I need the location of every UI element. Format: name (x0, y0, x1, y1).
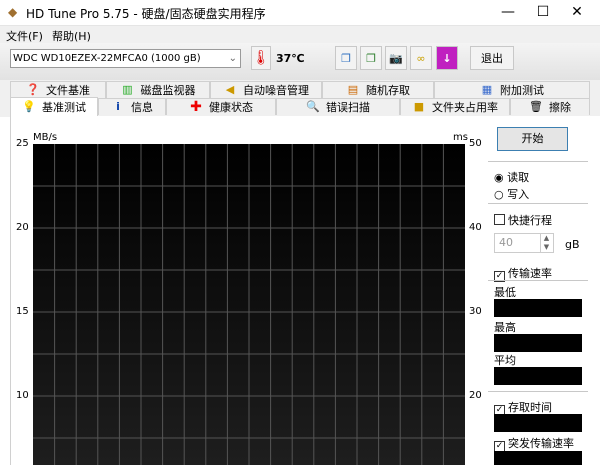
menu-file[interactable]: 文件(F) (6, 28, 43, 44)
max-label: 最高 (494, 321, 516, 334)
tab-health[interactable]: ✚ 健康状态 (166, 98, 276, 115)
radio-selected-icon: ◉ (494, 171, 504, 184)
tab-label: 信息 (131, 101, 153, 114)
down-arrow-icon: ↓ (442, 51, 452, 65)
min-label: 最低 (494, 286, 516, 299)
tab-bar: ❓ 文件基准 ▥ 磁盘监视器 ◀ 自动噪音管理 ▤ 随机存取 ▦ 附加测试 💡 基准测试 i… (0, 80, 600, 117)
random-access-icon: ▤ (347, 83, 359, 96)
radio-empty-icon: ○ (494, 188, 504, 201)
burst-rate-label: 突发传输速率 (508, 437, 574, 450)
tab-error-scan[interactable]: 🔍 错误扫描 (276, 98, 400, 115)
y2-tick-label: 50 (469, 138, 482, 149)
avg-value (494, 367, 582, 385)
start-button[interactable]: 开始 (497, 127, 568, 151)
divider (488, 203, 588, 204)
tab-label: 基准测试 (42, 101, 86, 114)
divider (488, 280, 588, 281)
copy-icon: ❐ (341, 51, 351, 65)
camera-icon: 📷 (389, 51, 403, 65)
y2-tick-label: 30 (469, 306, 482, 317)
transfer-rate-label: 传输速率 (508, 267, 552, 280)
y-axis-label: MB/s (33, 132, 58, 143)
copy-image-button[interactable]: ❐ (360, 46, 382, 70)
options-button[interactable]: ∞ (410, 46, 432, 70)
magnifier-icon: 🔍 (306, 100, 320, 113)
benchmark-chart (33, 144, 465, 465)
tab-erase[interactable]: 🗑 擦除 (510, 98, 590, 115)
tab-random-access[interactable]: ▤ 随机存取 (322, 81, 434, 98)
screenshot-button[interactable]: 📷 (385, 46, 407, 70)
checkbox-empty-icon (494, 214, 505, 225)
access-time-label: 存取时间 (508, 401, 552, 414)
tab-disk-monitor[interactable]: ▥ 磁盘监视器 (106, 81, 210, 98)
title-bar: ◆ HD Tune Pro 5.75 - 硬盘/固态硬盘实用程序 — ☐ ✕ (0, 0, 600, 25)
write-label: 写入 (507, 188, 530, 201)
tab-label: 随机存取 (366, 84, 410, 97)
tab-benchmark[interactable]: 💡 基准测试 (10, 97, 98, 116)
app-icon: ◆ (8, 5, 18, 19)
min-value (494, 299, 582, 317)
chevron-down-icon: ⌄ (228, 53, 237, 64)
divider (488, 391, 588, 392)
burst-rate-checkbox[interactable]: ✓ 突发传输速率 (494, 435, 574, 452)
info-icon: i (116, 100, 120, 113)
max-value (494, 334, 582, 352)
y-tick-label: 25 (16, 138, 29, 149)
drive-select-value: WDC WD10EZEX-22MFCA0 (1000 gB) (13, 53, 201, 64)
chain-icon: ∞ (416, 51, 426, 65)
red-cross-icon: ✚ (190, 99, 202, 115)
read-label: 读取 (507, 171, 530, 184)
menu-help[interactable]: 帮助(H) (52, 28, 91, 44)
tab-label: 文件基准 (46, 84, 90, 97)
extra-tests-icon: ▦ (481, 83, 493, 96)
burst-rate-value (494, 451, 582, 465)
trash-icon: 🗑 (529, 100, 543, 113)
folder-icon: ■ (413, 100, 425, 113)
save-button[interactable]: ↓ (436, 46, 458, 70)
tab-folder-usage[interactable]: ■ 文件夹占用率 (400, 98, 510, 115)
y-tick-label: 10 (16, 390, 29, 401)
tab-label: 自动噪音管理 (243, 84, 309, 97)
unit-label: gB (565, 238, 580, 251)
thermometer-icon: 🌡 (252, 50, 270, 66)
y-tick-label: 20 (16, 222, 29, 233)
tab-info[interactable]: i 信息 (98, 98, 166, 115)
tab-label: 磁盘监视器 (140, 84, 196, 97)
tab-noise-management[interactable]: ◀ 自动噪音管理 (210, 81, 322, 98)
y2-tick-label: 20 (469, 390, 482, 401)
stroke-spinner[interactable]: ▲ ▼ (540, 234, 552, 252)
file-benchmark-icon: ❓ (26, 83, 40, 96)
window-title: HD Tune Pro 5.75 - 硬盘/固态硬盘实用程序 (26, 7, 266, 21)
temperature-value: 37℃ (276, 52, 305, 65)
tab-label: 文件夹占用率 (432, 101, 498, 114)
access-time-value (494, 414, 582, 432)
tab-file-benchmark[interactable]: ❓ 文件基准 (10, 81, 106, 98)
tab-label: 擦除 (549, 101, 571, 114)
menu-bar: 文件(F) 帮助(H) (0, 25, 600, 43)
close-button[interactable]: ✕ (554, 0, 600, 25)
tab-extra-tests[interactable]: ▦ 附加测试 (434, 81, 590, 98)
short-stroke-label: 快捷行程 (508, 214, 552, 227)
short-stroke-checkbox[interactable]: 快捷行程 (494, 212, 552, 228)
exit-button[interactable]: 退出 (470, 46, 514, 70)
speaker-icon: ◀ (225, 83, 235, 96)
avg-label: 平均 (494, 354, 516, 367)
tab-label: 错误扫描 (326, 101, 370, 114)
divider (488, 161, 588, 162)
y2-tick-label: 40 (469, 222, 482, 233)
tab-label: 健康状态 (209, 101, 253, 114)
read-radio[interactable]: ◉ 读取 (494, 169, 529, 185)
drive-select[interactable]: WDC WD10EZEX-22MFCA0 (1000 gB) ⌄ (10, 49, 241, 68)
tab-label: 附加测试 (500, 84, 544, 97)
disk-monitor-icon: ▥ (122, 83, 133, 96)
y2-axis-label: ms (453, 132, 468, 143)
copy-image-icon: ❐ (366, 51, 376, 65)
temperature-button[interactable]: 🌡 (251, 46, 271, 70)
bulb-icon: 💡 (22, 100, 36, 113)
copy-text-button[interactable]: ❐ (335, 46, 357, 70)
write-radio[interactable]: ○ 写入 (494, 186, 529, 202)
y-tick-label: 15 (16, 306, 29, 317)
